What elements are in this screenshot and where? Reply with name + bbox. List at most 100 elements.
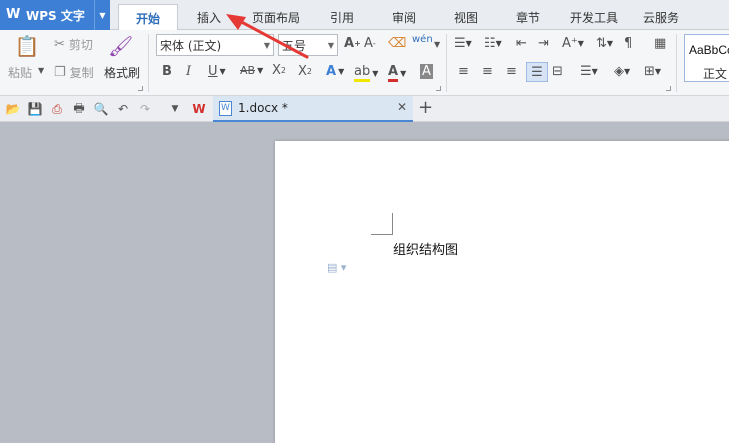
bullet-list-button[interactable]: ☰ ▼ (454, 36, 472, 51)
clipboard-icon: 📋 (14, 34, 40, 58)
watermark-main-text: Baidu经验 (558, 385, 671, 410)
text-direction-button[interactable]: A⁺ ▼ (562, 36, 584, 51)
format-painter-label[interactable]: 格式刷 (104, 64, 140, 81)
tab-insert[interactable]: 插入 (186, 4, 232, 30)
sort-button[interactable]: ⇅ ▼ (596, 36, 613, 51)
redo-icon[interactable]: ↷ (136, 100, 154, 118)
document-body-text[interactable]: 组织结构图 (393, 239, 458, 258)
dialog-launcher-icon[interactable] (666, 86, 671, 91)
chevron-down-icon[interactable]: ▼ (434, 40, 440, 49)
justify-icon: ☰ (531, 64, 543, 80)
customize-qat-icon[interactable]: ▼ (166, 100, 184, 118)
line-spacing-icon: ☰ (580, 64, 592, 79)
style-name: 正文 (703, 67, 728, 81)
paste-options-icon[interactable]: ▤ ▾ (327, 261, 346, 274)
borders-icon: ⊞ (644, 64, 655, 79)
text-effect-icon: A (326, 64, 337, 79)
text-effect-button[interactable]: A ▼ (326, 64, 344, 79)
font-color-button[interactable]: A ▼ (388, 64, 406, 82)
distributed-button[interactable]: ⊟ (552, 64, 563, 79)
font-family-select[interactable]: 宋体 (正文) ▼ (156, 34, 274, 56)
copy-icon: ❐ (54, 65, 66, 80)
dialog-launcher-icon[interactable] (436, 86, 441, 91)
tab-review[interactable]: 审阅 (382, 4, 426, 30)
app-menu-button[interactable]: W WPS 文字 ▼ (0, 0, 110, 30)
decrease-indent-button[interactable]: ⇤ (516, 36, 527, 51)
paragraph-mark-icon: ¶ (624, 36, 633, 51)
italic-button[interactable]: I (186, 64, 191, 79)
bold-icon: B (162, 64, 172, 79)
clear-format-button[interactable]: ⌫ (388, 36, 406, 51)
paste-label[interactable]: 粘贴 (8, 64, 32, 81)
char-shading-button[interactable]: A (420, 64, 433, 79)
wps-home-icon[interactable]: W (190, 100, 208, 118)
copy-button[interactable]: ❐ 复制 (54, 64, 94, 81)
increase-indent-button[interactable]: ⇥ (538, 36, 549, 51)
shading-button[interactable]: ◈ ▼ (614, 64, 630, 79)
export-pdf-icon[interactable]: ⎙ (48, 100, 66, 118)
chevron-down-icon[interactable]: ▼ (38, 66, 44, 75)
strikethrough-button[interactable]: AB ▼ (240, 64, 263, 77)
tab-references[interactable]: 引用 (320, 4, 364, 30)
group-separator (148, 34, 149, 92)
font-size-select[interactable]: 五号 ▼ (278, 34, 338, 56)
indent-icon: ⇥ (538, 36, 549, 51)
document-tab[interactable]: W 1.docx * ✕ (213, 96, 413, 122)
underline-icon: U (208, 64, 218, 79)
char-shading-icon: A (420, 64, 433, 79)
phonetic-guide-button[interactable]: wén (412, 34, 433, 45)
text-direction-icon: A⁺ (562, 36, 578, 51)
save-icon[interactable]: 💾 (26, 100, 44, 118)
chevron-down-icon[interactable]: ▼ (94, 0, 110, 30)
group-separator (446, 34, 447, 92)
style-gallery-item[interactable]: AaBbCc 正文 (684, 34, 729, 82)
tab-home[interactable]: 开始 (118, 4, 178, 31)
align-left-icon: ≡ (458, 64, 469, 79)
format-painter-button[interactable]: 🖌 (108, 34, 133, 58)
tab-chapter[interactable]: 章节 (506, 4, 550, 30)
chevron-down-icon: ▼ (327, 41, 334, 50)
highlight-button[interactable]: ab ▼ (354, 64, 378, 82)
superscript-button[interactable]: X2 (272, 63, 286, 78)
align-center-icon: ≡ (482, 64, 493, 79)
tab-developer-tools[interactable]: 开发工具 (563, 4, 625, 30)
font-shrink-icon: A- (364, 36, 376, 51)
borders-button[interactable]: ⊞ ▼ (644, 64, 661, 79)
new-tab-icon[interactable]: + (418, 97, 433, 118)
show-marks-button[interactable]: ¶ (624, 36, 632, 51)
bold-button[interactable]: B (162, 64, 172, 79)
tab-page-layout[interactable]: 页面布局 (244, 4, 308, 30)
group-separator (676, 34, 677, 92)
eraser-icon: ⌫ (388, 36, 407, 51)
subscript-button[interactable]: X2 (298, 64, 312, 79)
ribbon-tab-bar: W WPS 文字 ▼ 开始 插入 页面布局 引用 审阅 视图 章节 开发工具 云… (0, 0, 729, 31)
tab-view[interactable]: 视图 (444, 4, 488, 30)
document-tab-title: 1.docx * (238, 101, 288, 115)
chevron-down-icon: ▼ (263, 41, 270, 50)
print-icon[interactable]: 🖶 (70, 100, 88, 118)
align-right-button[interactable]: ≡ (506, 64, 517, 79)
style-sample-text: AaBbCc (689, 43, 729, 57)
grow-font-button[interactable]: A + (344, 36, 361, 51)
cut-button[interactable]: ✂ 剪切 (54, 36, 93, 53)
paste-button[interactable]: 📋 (12, 34, 42, 58)
align-center-button[interactable]: ≡ (482, 64, 493, 79)
wps-logo-icon: W (6, 7, 21, 22)
numbered-list-button[interactable]: ☷ ▼ (484, 36, 502, 51)
shrink-font-button[interactable]: A- (364, 36, 376, 51)
sort-icon: ⇅ (596, 36, 607, 51)
outdent-icon: ⇤ (516, 36, 527, 51)
close-icon[interactable]: ✕ (397, 100, 407, 114)
table-button[interactable]: ▦ (654, 36, 666, 51)
justify-button[interactable]: ☰ (526, 62, 548, 82)
dialog-launcher-icon[interactable] (138, 86, 143, 91)
underline-button[interactable]: U ▼ (208, 64, 226, 79)
undo-icon[interactable]: ↶ (114, 100, 132, 118)
phonetic-icon: wén (412, 34, 433, 45)
line-spacing-button[interactable]: ☰ ▼ (580, 64, 598, 79)
strikethrough-icon: AB (240, 64, 256, 77)
print-preview-icon[interactable]: 🔍 (92, 100, 110, 118)
tab-cloud-services[interactable]: 云服务 (636, 4, 686, 30)
align-left-button[interactable]: ≡ (458, 64, 469, 79)
open-folder-icon[interactable]: 📂 (4, 100, 22, 118)
